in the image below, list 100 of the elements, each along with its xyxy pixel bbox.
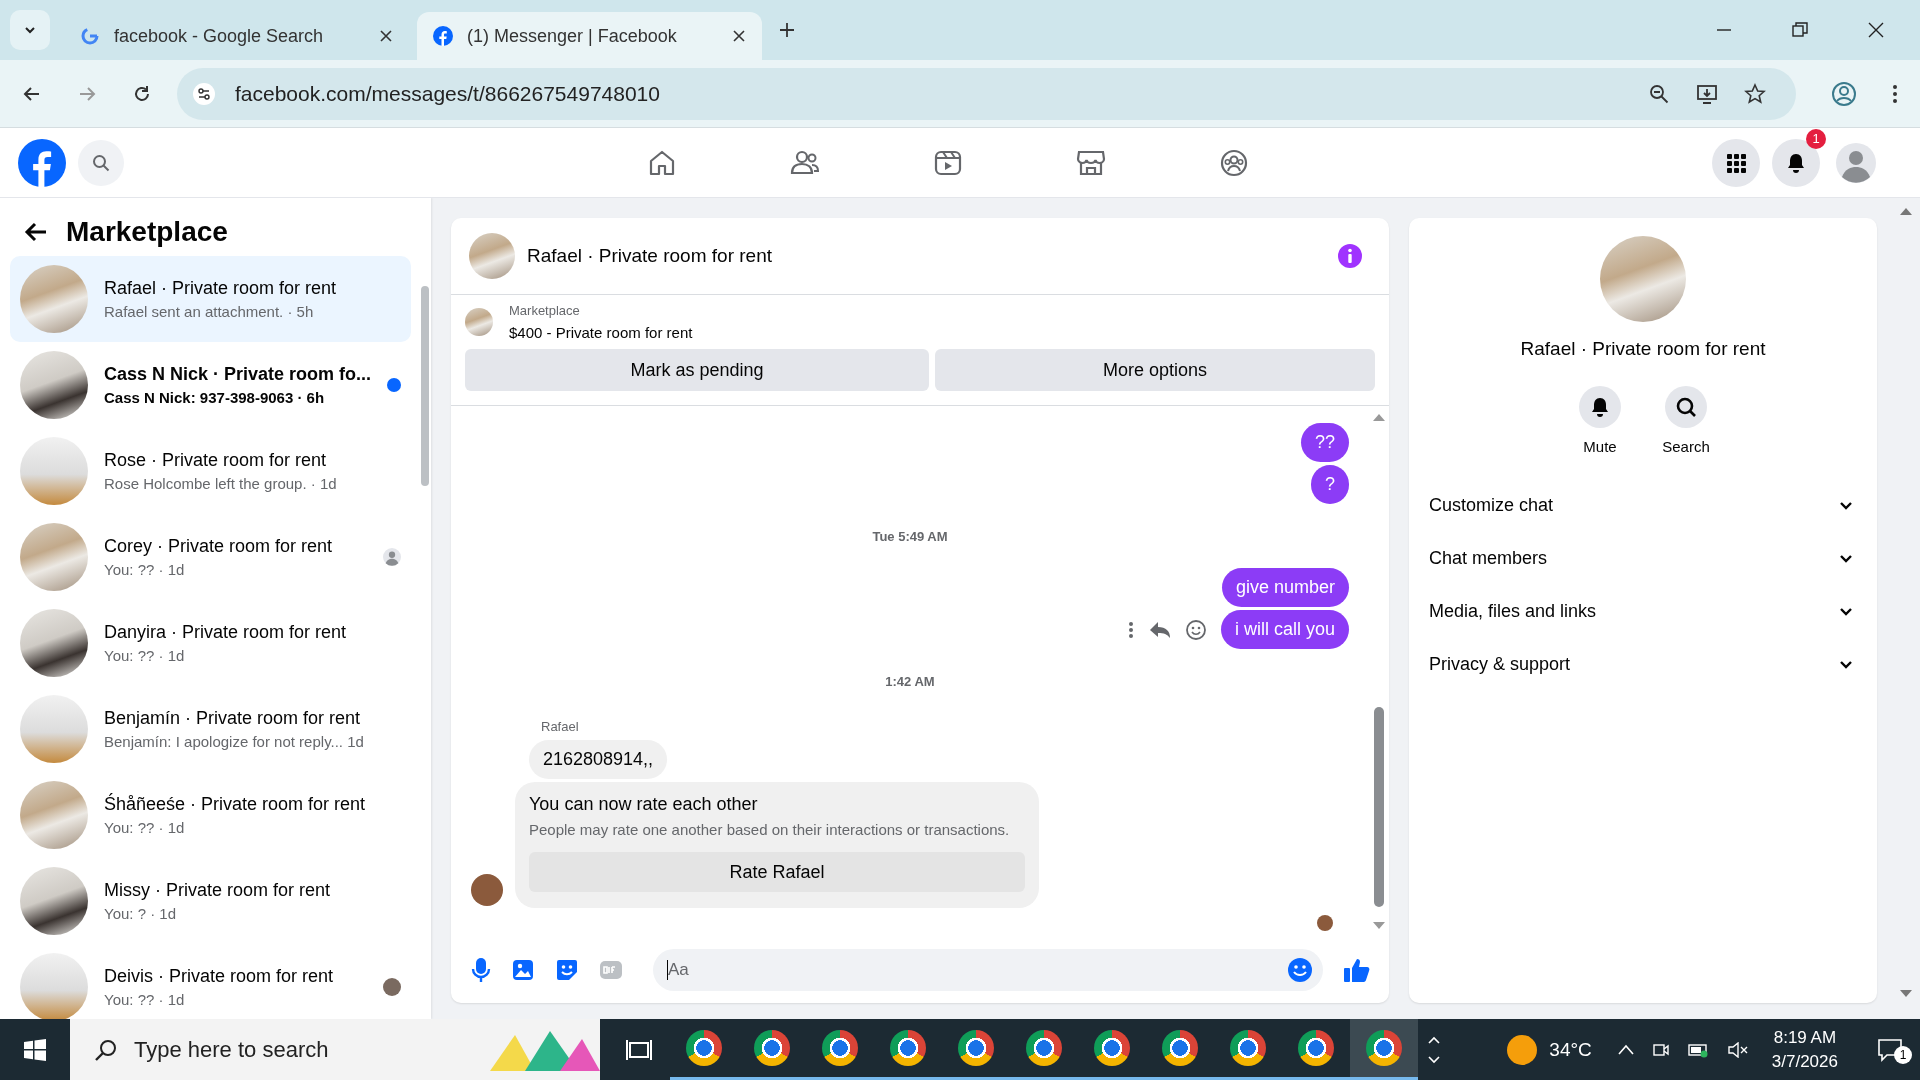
browser-icon (1366, 1030, 1402, 1066)
browser-icon (1026, 1030, 1062, 1066)
search-button[interactable] (78, 139, 124, 186)
more-icon[interactable] (1126, 619, 1135, 640)
close-icon[interactable] (379, 29, 393, 43)
zoom-out-icon[interactable] (1648, 82, 1670, 105)
chat-list-item[interactable]: Missy · Private room for rent You: ? · 1d (10, 858, 412, 944)
details-section[interactable]: Media, files and links (1429, 585, 1857, 638)
site-settings-icon[interactable] (193, 82, 215, 105)
chat-list-item[interactable]: Corey · Private room for rent You: ?? · 1d (10, 514, 412, 600)
listing-action-button[interactable]: More options (935, 349, 1375, 391)
info-icon[interactable] (1337, 243, 1363, 269)
install-icon[interactable] (1696, 82, 1718, 105)
taskbar-search-field[interactable]: Type here to search (70, 1019, 600, 1080)
details-title: Rafael · Private room for rent (1520, 338, 1766, 360)
browser-icon (754, 1030, 790, 1066)
chat-preview: You: ? · 1d (104, 905, 177, 922)
new-tab-icon[interactable] (778, 21, 796, 39)
chat-list-item[interactable]: Benjamín · Private room for rent Benjamín: I apologize for not reply... 1d (10, 686, 412, 772)
browser-icon (1162, 1030, 1198, 1066)
close-icon[interactable] (732, 29, 746, 43)
profile-icon[interactable] (1831, 80, 1857, 107)
browser-tab[interactable]: (1) Messenger | Facebook (417, 12, 762, 60)
emoji-icon[interactable] (1287, 957, 1313, 983)
thumbs-up-icon[interactable] (1343, 956, 1371, 984)
browser-icon (1298, 1030, 1334, 1066)
details-section[interactable]: Privacy & support (1429, 638, 1857, 691)
chat-list-item[interactable]: Śhåñeeśe · Private room for rent You: ?? · 1d (10, 772, 412, 858)
back-arrow-icon[interactable] (24, 220, 48, 244)
sent-message: ? (1311, 465, 1349, 504)
battery-icon[interactable] (1687, 1041, 1710, 1058)
scroll-down-icon[interactable] (1899, 989, 1913, 999)
image-icon[interactable] (511, 958, 535, 982)
browser-tab[interactable]: facebook - Google Search (64, 12, 409, 60)
message-timestamp: Tue 5:49 AM (872, 529, 948, 544)
clock[interactable]: 8:19 AM 3/7/2026 (1771, 1027, 1838, 1072)
rating-text: People may rate one another based on their interactions or transactions. (529, 821, 1011, 838)
chevron-down-icon[interactable] (1428, 1054, 1440, 1065)
unread-dot (387, 378, 402, 392)
listing-photo (465, 308, 493, 336)
search-icon (92, 153, 110, 172)
listing-action-button[interactable]: Mark as pending (465, 349, 929, 391)
chat-list-item[interactable]: Rose · Private room for rent Rose Holcombe left the group. · 1d (10, 428, 412, 514)
input-placeholder: Aa (668, 960, 689, 980)
restore-icon[interactable] (1792, 22, 1808, 38)
sent-message: give number (1221, 568, 1349, 607)
reload-icon[interactable] (132, 83, 152, 104)
action-label: Search (1662, 438, 1710, 455)
groups-icon (1218, 147, 1249, 178)
scrollbar-thumb[interactable] (1374, 707, 1384, 907)
rating-title: You can now rate each other (529, 794, 759, 815)
chat-title: Rafael · Private room for rent (527, 245, 772, 267)
facebook-icon (433, 26, 453, 46)
sticker-icon[interactable] (555, 958, 579, 982)
speaker-muted-icon[interactable] (1727, 1041, 1748, 1058)
scrollbar-thumb[interactable] (421, 286, 430, 486)
bell-icon (1589, 396, 1611, 418)
chat-name: Deivis · Private room for rent (104, 966, 335, 987)
google-icon (80, 26, 100, 46)
browser-icon (890, 1030, 926, 1066)
scroll-up-icon[interactable] (1372, 412, 1386, 422)
sender-name: Rafael (541, 719, 580, 734)
search-icon (94, 1037, 118, 1062)
emoji-icon[interactable] (1184, 618, 1207, 641)
chat-preview: You: ?? · 1d (104, 647, 186, 664)
listing-photo (469, 233, 515, 279)
address-bar[interactable]: facebook.com/messages/t/866267549748010 (177, 67, 1796, 120)
details-section[interactable]: Customize chat (1429, 479, 1857, 532)
menu-icon[interactable] (1892, 83, 1898, 104)
menu-button[interactable] (1712, 138, 1760, 187)
details-section[interactable]: Chat members (1429, 532, 1857, 585)
microphone-icon[interactable] (471, 957, 491, 983)
listing-label: Marketplace (509, 303, 581, 318)
action-button[interactable] (1665, 386, 1707, 428)
time: 8:19 AM (1773, 1027, 1837, 1048)
facebook-logo-icon[interactable] (18, 138, 66, 187)
chat-list-item[interactable]: Cass N Nick · Private room fo... Cass N Nick: 937-398-9063 · 6h (10, 342, 412, 428)
tab-title: facebook - Google Search (114, 25, 325, 47)
scroll-up-icon[interactable] (1899, 206, 1913, 216)
browser-icon (686, 1030, 722, 1066)
chat-list-item[interactable]: Danyira · Private room for rent You: ?? · 1d (10, 600, 412, 686)
star-icon[interactable] (1744, 82, 1766, 105)
chat-preview: You: ?? · 1d (104, 819, 186, 836)
search-icon (1675, 396, 1697, 418)
url-text: facebook.com/messages/t/866267549748010 (235, 81, 660, 106)
chat-preview: Rose Holcombe left the group. · 1d (104, 475, 338, 492)
action-button[interactable] (1579, 386, 1621, 428)
sun-icon[interactable] (1507, 1034, 1538, 1065)
chevron-up-icon[interactable] (1428, 1034, 1440, 1045)
message-input[interactable]: Aa (653, 949, 1323, 991)
rate-button[interactable]: Rate Rafael (529, 852, 1025, 892)
message-timestamp: 1:42 AM (885, 674, 935, 689)
close-icon[interactable] (1868, 22, 1884, 38)
task-view-icon[interactable] (626, 1037, 652, 1062)
scroll-down-icon[interactable] (1372, 921, 1386, 931)
browser-icon (1094, 1030, 1130, 1066)
chevron-up-icon[interactable] (1617, 1043, 1634, 1056)
taskbar-app[interactable] (1350, 1019, 1418, 1080)
received-message: 2162808914,, (529, 740, 668, 779)
chat-list-item[interactable]: Rafael · Private room for rent Rafael sent an attachment. · 5h (10, 256, 412, 342)
